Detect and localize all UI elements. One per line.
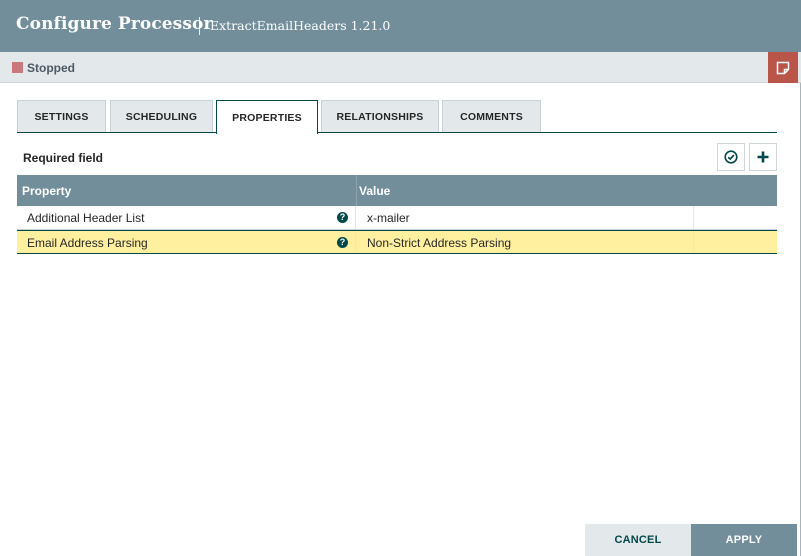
table-row-selected[interactable]: Email Address Parsing ? Non-Strict Addre… (17, 230, 777, 254)
add-property-button[interactable] (749, 143, 777, 171)
dialog-header: Configure Processor ExtractEmailHeaders … (0, 0, 801, 52)
property-value[interactable]: x-mailer (367, 211, 410, 225)
table-row[interactable]: Additional Header List ? x-mailer (17, 206, 777, 230)
run-status: Stopped (27, 61, 75, 75)
comments-button[interactable] (768, 52, 798, 83)
column-divider (356, 175, 357, 206)
cancel-button[interactable]: CANCEL (585, 524, 691, 556)
processor-type: ExtractEmailHeaders 1.21.0 (210, 18, 391, 33)
help-icon[interactable]: ? (337, 212, 348, 223)
tab-settings[interactable]: SETTINGS (17, 100, 106, 133)
apply-button[interactable]: APPLY (691, 524, 797, 556)
tab-bar: SETTINGS SCHEDULING PROPERTIES RELATIONS… (17, 100, 777, 134)
configure-processor-dialog: Configure Processor ExtractEmailHeaders … (0, 0, 801, 556)
title-separator (199, 17, 200, 35)
verify-properties-button[interactable] (717, 143, 745, 171)
property-name: Email Address Parsing (27, 236, 148, 250)
status-bar (0, 52, 801, 83)
tab-properties[interactable]: PROPERTIES (216, 100, 318, 134)
tab-relationships[interactable]: RELATIONSHIPS (321, 100, 439, 133)
property-name: Additional Header List (27, 211, 145, 225)
help-icon[interactable]: ? (337, 237, 348, 248)
tab-scheduling[interactable]: SCHEDULING (110, 100, 213, 133)
column-header-value[interactable]: Value (359, 184, 390, 198)
plus-icon (757, 151, 769, 163)
property-value[interactable]: Non-Strict Address Parsing (367, 236, 511, 250)
tab-comments[interactable]: COMMENTS (442, 100, 541, 133)
cell-divider (355, 231, 356, 253)
cell-divider (693, 206, 694, 229)
dialog-title: Configure Processor (16, 14, 213, 34)
note-icon (776, 61, 790, 75)
cell-divider (693, 231, 694, 253)
cell-divider (355, 206, 356, 229)
tab-underline (17, 132, 777, 133)
stopped-icon (12, 62, 23, 73)
column-header-property[interactable]: Property (22, 184, 71, 198)
required-field-label: Required field (23, 151, 104, 165)
check-circle-icon (724, 150, 738, 164)
table-header: Property Value (17, 175, 777, 206)
